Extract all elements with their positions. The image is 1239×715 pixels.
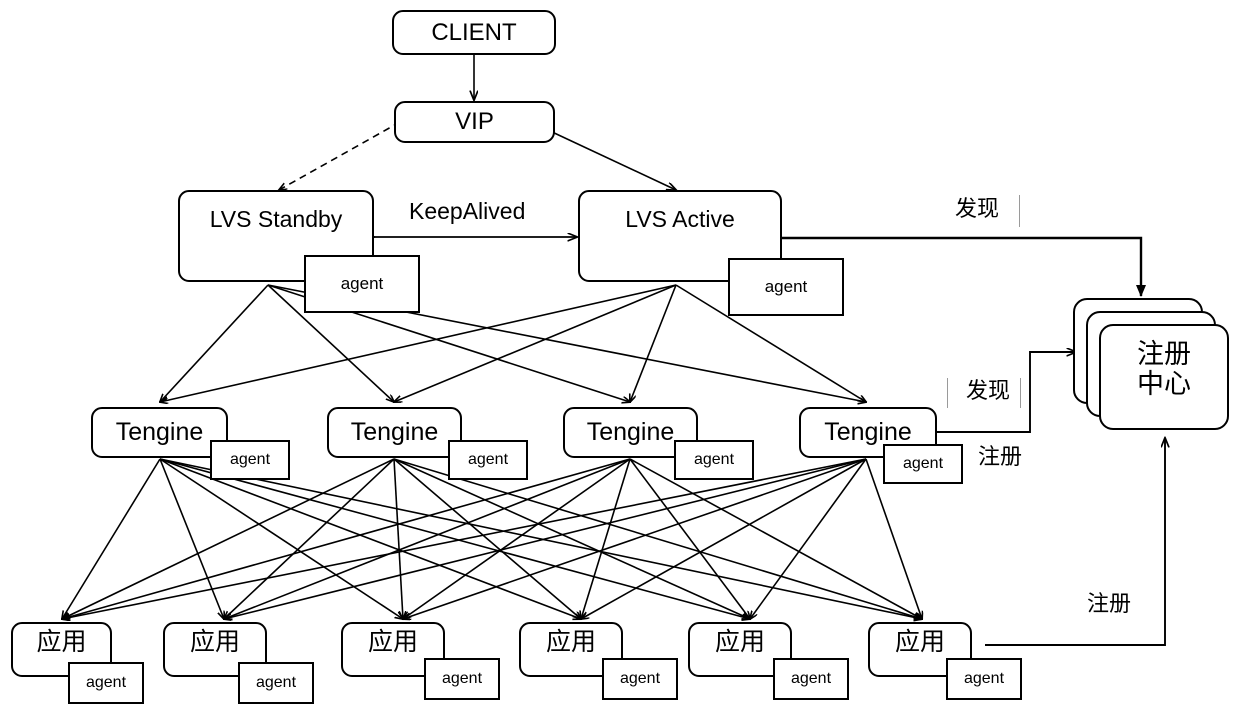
app-2-agent[interactable]: agent (238, 662, 314, 704)
edge-tengine-2-to-app-6 (393, 458, 922, 619)
agent-label: agent (255, 674, 297, 691)
edge-vip-to-lvs-active (549, 130, 676, 190)
node-app-4-label: 应用 (545, 627, 596, 656)
connection-lines-layer (0, 54, 1239, 646)
edge-label-register-app: 注册 (1087, 594, 1131, 616)
edge-tengine-2-to-app-2 (224, 458, 395, 619)
node-app-3-label: 应用 (367, 627, 418, 656)
edge-tengine-3-to-app-1 (62, 458, 631, 619)
edge-lvs-active-to-tengine-3 (630, 284, 677, 402)
edge-tengine-1-to-app-1 (62, 458, 161, 619)
agent-label: agent (85, 674, 127, 691)
tengine-1-agent[interactable]: agent (210, 440, 290, 480)
agent-label: agent (764, 277, 808, 296)
node-client-label: CLIENT (431, 18, 517, 46)
keepalived-text: KeepAlived (409, 198, 526, 224)
node-app-6-label: 应用 (894, 627, 945, 656)
node-lvs-standby-label: LVS Standby (209, 206, 343, 232)
node-registry-label: 注册 中心 (1099, 339, 1229, 401)
node-tengine-1-label: Tengine (115, 418, 204, 446)
edge-tengine-4-to-app-5 (750, 458, 867, 619)
edge-tengine-2-to-app-5 (393, 458, 750, 619)
node-app-5-label: 应用 (714, 627, 765, 656)
edge-tengine-4-to-app-4 (581, 458, 867, 619)
edge-tengine-1-to-app-3 (159, 458, 403, 619)
register-tengine-text: 注册 (978, 445, 1023, 470)
edge-tengine-1-to-app-4 (159, 458, 581, 619)
register-app-text: 注册 (1087, 592, 1132, 617)
edge-tengine-1-to-app-5 (159, 458, 750, 619)
edge-tengine-2-to-app-1 (62, 458, 395, 619)
app-4-agent[interactable]: agent (602, 658, 678, 700)
agent-label: agent (619, 670, 661, 687)
tengine-2-agent[interactable]: agent (448, 440, 528, 480)
node-tengine-2[interactable]: Tengine (327, 407, 462, 458)
edge-tengine-3-to-app-3 (403, 458, 631, 619)
node-tengine-2-label: Tengine (350, 418, 439, 446)
edge-label-discover-lvs: 发现 (955, 199, 999, 221)
node-vip[interactable]: VIP (394, 101, 555, 143)
registry-label-line-1: 注册 (1137, 339, 1191, 370)
agent-label: agent (693, 451, 735, 468)
agent-label: agent (441, 670, 483, 687)
registry-label-line-2: 中心 (1137, 369, 1191, 401)
agent-label: agent (902, 455, 944, 472)
edge-tengine-2-to-app-3 (393, 458, 403, 619)
edge-label-register-tengine: 注册 (978, 447, 1022, 469)
edge-tengine-1-to-app-2 (159, 458, 224, 619)
agent-label: agent (790, 670, 832, 687)
node-app-2-label: 应用 (189, 627, 240, 656)
lvs-active-agent[interactable]: agent (728, 258, 844, 316)
agent-label: agent (229, 451, 271, 468)
edge-tengine-2-to-app-4 (393, 458, 581, 619)
tengine-3-agent[interactable]: agent (674, 440, 754, 480)
discover-lvs-tick (1019, 195, 1020, 227)
edge-lvs-active-to-tengine-2 (394, 284, 677, 402)
edge-tengine-3-to-app-2 (224, 458, 631, 619)
edge-tengine-4-to-app-2 (224, 458, 867, 619)
lvs-standby-agent[interactable]: agent (304, 255, 420, 313)
edge-label-discover-tengine: 发现 (966, 381, 1010, 403)
app-3-agent[interactable]: agent (424, 658, 500, 700)
agent-label: agent (340, 274, 384, 293)
node-tengine-1[interactable]: Tengine (91, 407, 228, 458)
edge-label-keepalived: KeepAlived (409, 200, 525, 223)
discover-tengine-text: 发现 (966, 379, 1011, 404)
edge-vip-to-lvs-standby (279, 121, 401, 190)
edge-tengine-3-to-app-5 (629, 458, 750, 619)
app-6-agent[interactable]: agent (946, 658, 1022, 700)
edge-tengine-4-to-app-3 (403, 458, 867, 619)
agent-label: agent (963, 670, 1005, 687)
edge-tengine-1-to-app-6 (159, 458, 922, 619)
discover-lvs-text: 发现 (955, 197, 1000, 222)
app-1-agent[interactable]: agent (68, 662, 144, 704)
architecture-diagram-canvas: CLIENT VIP LVS Standby LVS Active 注册 中心 … (0, 0, 1239, 715)
node-tengine-3-label: Tengine (586, 418, 675, 446)
discover-tengine-tick-right (1020, 378, 1021, 408)
app-5-agent[interactable]: agent (773, 658, 849, 700)
node-app-1-label: 应用 (36, 627, 87, 656)
edge-lvs-standby-to-tengine-1 (160, 284, 269, 402)
node-client[interactable]: CLIENT (392, 10, 556, 55)
discover-tengine-tick-left (947, 378, 948, 408)
node-tengine-4-label: Tengine (824, 418, 912, 446)
edge-tengine-4-to-app-1 (62, 458, 867, 619)
edge-tengine-3-to-app-4 (581, 458, 631, 619)
tengine-4-agent[interactable]: agent (883, 444, 963, 484)
agent-label: agent (467, 451, 509, 468)
node-lvs-active-label: LVS Active (625, 206, 735, 232)
edge-tengine-3-to-app-6 (629, 458, 922, 619)
node-vip-label: VIP (455, 108, 494, 135)
